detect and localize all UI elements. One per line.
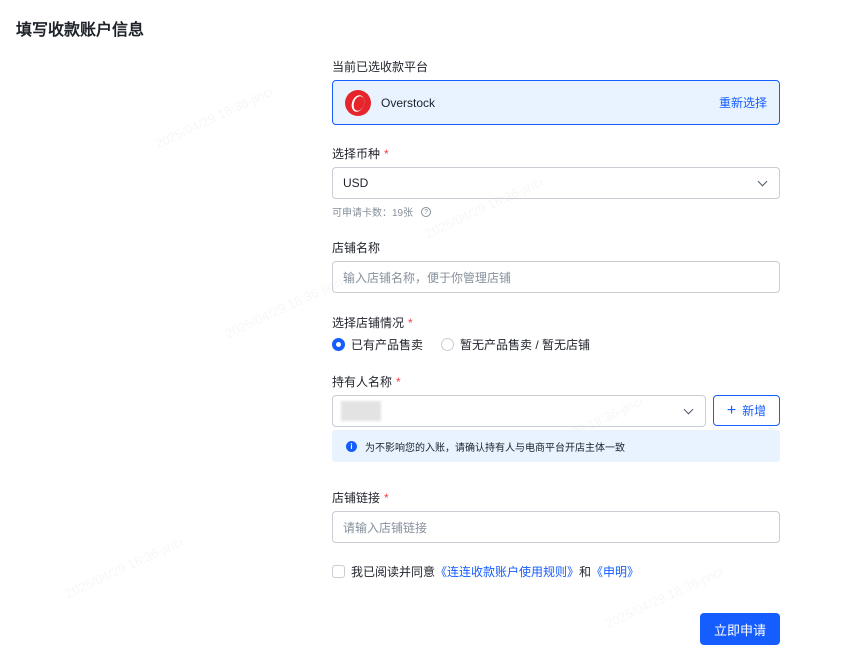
page-title: 填写收款账户信息 <box>16 22 145 39</box>
currency-label: 选择币种 * <box>332 145 389 162</box>
holder-select[interactable] <box>332 395 706 427</box>
required-mark: * <box>396 375 401 389</box>
store-status-radio-group: 已有产品售卖 暂无产品售卖 / 暂无店铺 <box>332 336 608 353</box>
store-link-placeholder: 请输入店铺链接 <box>343 520 428 535</box>
watermark: 2025/04/29 18:36-jinci <box>63 534 185 602</box>
radio-label: 暂无产品售卖 / 暂无店铺 <box>460 338 591 352</box>
redacted-holder-name <box>341 401 381 421</box>
plus-icon: + <box>726 401 737 419</box>
required-mark: * <box>384 491 389 505</box>
agreement-checkbox[interactable] <box>332 565 345 578</box>
store-status-label: 选择店铺情况 * <box>332 314 413 331</box>
agreement-and-text: 和 <box>579 565 592 579</box>
store-link-label-text: 店铺链接 <box>332 491 381 505</box>
reselect-link[interactable]: 重新选择 <box>719 94 767 111</box>
holder-notice-text: 为不影响您的入账，请确认持有人与电商平台开店主体一致 <box>365 442 625 454</box>
radio-no-products[interactable]: 暂无产品售卖 / 暂无店铺 <box>441 336 590 353</box>
chevron-down-icon <box>757 176 768 186</box>
card-quota-hint: 可申请卡数：19张? <box>332 204 432 219</box>
store-name-input[interactable]: 输入店铺名称，便于你管理店铺 <box>332 261 780 293</box>
watermark: 2025/04/29 18:36-jinci <box>153 84 275 152</box>
add-holder-button[interactable]: + 新增 <box>713 395 780 426</box>
watermark: 2025/04/29 18:36-jinci <box>223 274 345 342</box>
agreement-text: 我已阅读并同意 <box>351 565 436 579</box>
submit-button[interactable]: 立即申请 <box>700 613 780 645</box>
currency-value: USD <box>343 176 369 190</box>
store-status-label-text: 选择店铺情况 <box>332 316 405 330</box>
store-name-label: 店铺名称 <box>332 241 381 255</box>
currency-label-text: 选择币种 <box>332 147 381 161</box>
platform-label: 当前已选收款平台 <box>332 60 429 74</box>
currency-select[interactable]: USD <box>332 167 780 199</box>
radio-label: 已有产品售卖 <box>351 338 424 352</box>
store-name-placeholder: 输入店铺名称，便于你管理店铺 <box>343 270 512 285</box>
agreement-row: 我已阅读并同意 《连连收款账户使用规则》 和 《申明》 <box>332 563 639 580</box>
usage-rules-link[interactable]: 《连连收款账户使用规则》 <box>435 563 579 580</box>
holder-notice: i 为不影响您的入账，请确认持有人与电商平台开店主体一致 <box>332 430 780 462</box>
radio-checked-icon <box>332 338 345 351</box>
platform-name: Overstock <box>381 95 436 110</box>
required-mark: * <box>384 147 389 161</box>
store-link-label: 店铺链接 * <box>332 489 389 506</box>
holder-label-text: 持有人名称 <box>332 375 393 389</box>
radio-has-products[interactable]: 已有产品售卖 <box>332 336 423 353</box>
help-icon[interactable]: ? <box>421 206 432 217</box>
store-link-input[interactable]: 请输入店铺链接 <box>332 511 780 543</box>
card-quota-text: 可申请卡数：19张 <box>332 208 414 219</box>
statement-link[interactable]: 《申明》 <box>591 563 639 580</box>
chevron-down-icon <box>683 404 694 414</box>
holder-label: 持有人名称 * <box>332 373 401 390</box>
radio-unchecked-icon <box>441 338 455 351</box>
add-holder-label: 新增 <box>742 404 767 418</box>
required-mark: * <box>408 316 413 330</box>
selected-platform-card: Overstock 重新选择 <box>332 80 780 125</box>
info-icon: i <box>346 440 357 452</box>
overstock-logo-icon <box>345 89 371 116</box>
